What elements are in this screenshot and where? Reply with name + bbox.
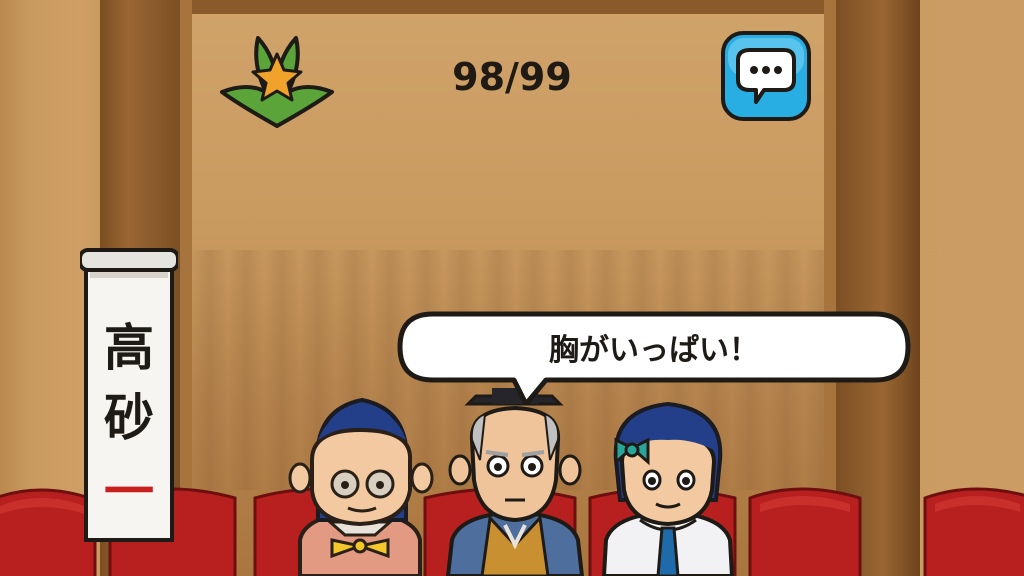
character-old-man xyxy=(445,388,585,576)
scroll-character-2: 砂 xyxy=(104,388,154,447)
chat-button[interactable] xyxy=(720,30,812,122)
game-stage: 98/99 高 砂 一 胸がいっぱい！ xyxy=(0,0,1024,576)
scroll-character-1: 高 xyxy=(104,318,154,377)
character-girl-glasses xyxy=(288,397,434,576)
level-progress-counter: 98/99 xyxy=(452,55,572,99)
scroll-character-3: 一 xyxy=(104,462,154,521)
character-girl-bow xyxy=(601,401,735,576)
speech-text: 胸がいっぱい！ xyxy=(549,333,759,368)
